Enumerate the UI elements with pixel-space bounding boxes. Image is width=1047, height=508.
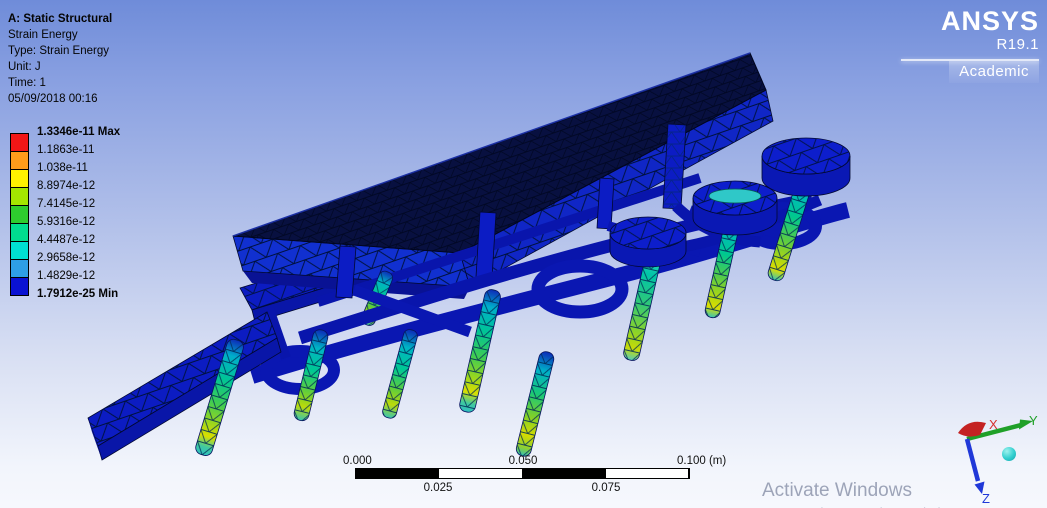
legend-min-value: 1.7912e-25 Min [37, 288, 119, 300]
activate-windows-watermark: Activate Windows Go to Settings to activ… [762, 480, 967, 508]
triad-iso-ball[interactable] [1002, 447, 1016, 461]
triad-z-label: Z [982, 491, 990, 506]
legend-value: 7.4145e-12 [37, 198, 96, 210]
scale-label-50: 0.050 [508, 455, 538, 467]
scale-segment [438, 469, 523, 478]
scale-label-100: 0.100 (m) [677, 455, 727, 467]
stool [761, 137, 851, 197]
bench-lower [87, 311, 282, 461]
model-canvas[interactable] [0, 0, 1047, 508]
legend-value: 1.038e-11 [37, 162, 88, 174]
model-leg [293, 329, 329, 422]
colorbar-band [11, 223, 28, 241]
scale-segment [522, 469, 605, 478]
colorbar-band [11, 187, 28, 205]
scale-segment [604, 469, 689, 478]
legend-value: 4.4487e-12 [37, 234, 96, 246]
watermark-line1: Activate Windows [762, 480, 912, 501]
legend-value: 2.9658e-12 [37, 252, 96, 264]
scale-label-0: 0.000 [343, 455, 372, 467]
analysis-title: A: Static Structural [8, 13, 113, 25]
colorbar-band [11, 241, 28, 259]
colorbar-band [11, 134, 28, 151]
colorbar-band [11, 151, 28, 169]
result-unit: Unit: J [8, 61, 41, 73]
scale-label-75: 0.075 [591, 482, 621, 494]
ansys-logo: ANSYS R19.1 Academic [901, 8, 1039, 83]
scale-label-25: 0.025 [423, 482, 453, 494]
result-name: Strain Energy [8, 29, 78, 41]
legend-value: 1.4829e-12 [37, 270, 96, 282]
legend-max-value: 1.3346e-11 Max [37, 126, 121, 138]
colorbar-band [11, 205, 28, 223]
result-info-block: A: Static Structural Strain Energy Type:… [8, 11, 112, 107]
graphics-viewport[interactable]: A: Static Structural Strain Energy Type:… [0, 0, 1047, 508]
triad-z-axis[interactable] [964, 438, 985, 494]
triad-x-label: X [989, 417, 998, 432]
ansys-edition-text: Academic [949, 61, 1039, 83]
model-leg [515, 351, 555, 457]
legend-value: 8.8974e-12 [37, 180, 96, 192]
colorbar-band [11, 259, 28, 277]
legend-value: 1.1863e-11 [37, 144, 95, 156]
scale-ruler-bar [355, 468, 690, 479]
stool [692, 180, 778, 236]
ansys-release-text: R19.1 [996, 36, 1039, 53]
triad-y-label: Y [1029, 413, 1038, 428]
contour-colorbar [10, 133, 29, 296]
scale-segment [356, 469, 439, 478]
colorbar-band [11, 277, 28, 295]
legend-value: 5.9316e-12 [37, 216, 96, 228]
result-type: Type: Strain Energy [8, 45, 109, 57]
result-time: Time: 1 [8, 77, 46, 89]
ansys-brand-text: ANSYS [940, 6, 1039, 36]
result-timestamp: 05/09/2018 00:16 [8, 93, 98, 105]
stool [609, 216, 687, 268]
colorbar-band [11, 169, 28, 187]
